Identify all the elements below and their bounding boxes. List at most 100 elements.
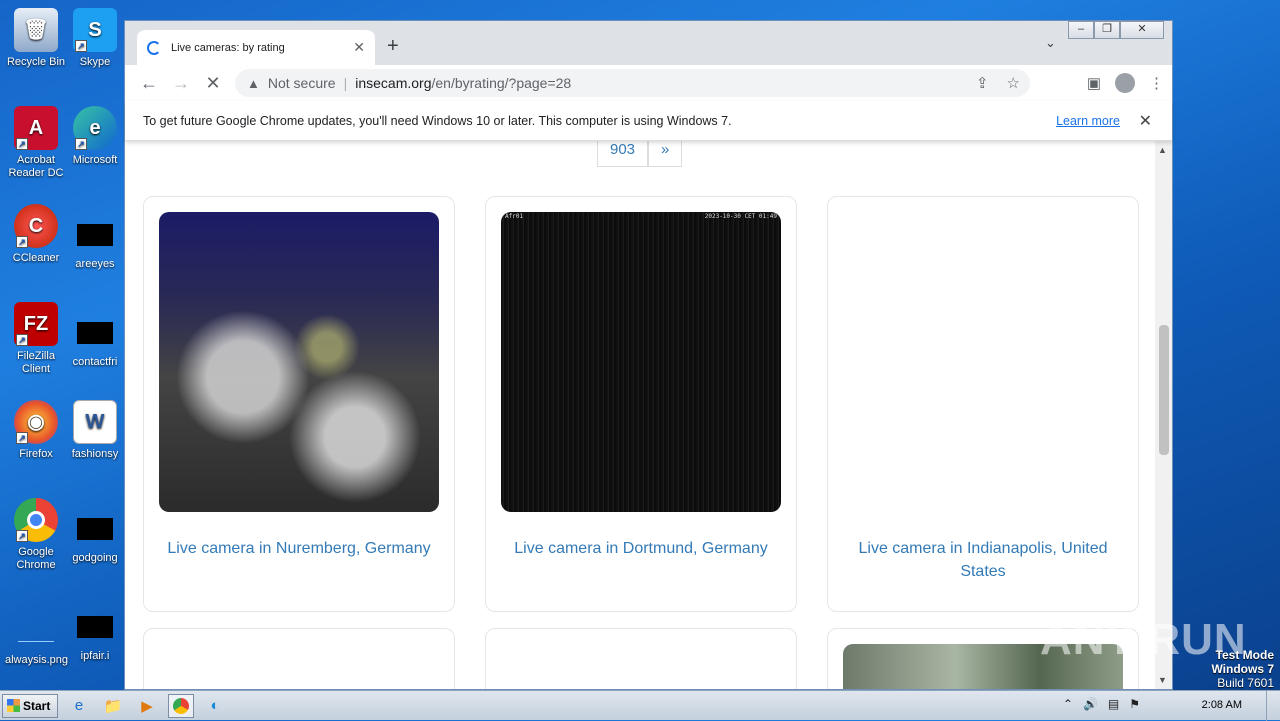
infobar-close-icon[interactable]: ✕	[1139, 111, 1152, 131]
file-thumbnail	[77, 616, 113, 638]
next-page-link[interactable]: »	[648, 141, 683, 167]
file-thumbnail	[18, 620, 54, 642]
tab-live-cameras[interactable]: Live cameras: by rating ✕	[137, 30, 375, 65]
camera-card[interactable]	[143, 628, 455, 689]
forward-arrow-icon[interactable]: →	[165, 73, 197, 94]
menu-kebab-icon[interactable]: ⋮	[1149, 74, 1164, 92]
volume-icon[interactable]: 🔊	[1083, 697, 1098, 711]
build-line: Build 7601	[1217, 676, 1274, 690]
camera-overlay-right: 2023-10-30 CET 01:49	[704, 213, 777, 220]
file-thumbnail	[77, 322, 113, 344]
url-host[interactable]: insecam.org	[355, 75, 431, 91]
file-thumbnail	[77, 518, 113, 540]
desktop-icon-label: FileZilla Client	[17, 350, 55, 375]
scroll-up-arrow-icon[interactable]: ▲	[1158, 145, 1167, 155]
godgoing-file[interactable]: godgoing	[66, 508, 124, 565]
skype-shortcut[interactable]: S ↗ Skype	[66, 8, 124, 69]
desktop-icon-label: Google Chrome	[16, 546, 56, 571]
alwaysis-file[interactable]: alwaysis.png	[5, 610, 68, 667]
page-link[interactable]: 903	[597, 141, 649, 167]
infobar-message: To get future Google Chrome updates, you…	[143, 113, 732, 128]
restore-button[interactable]: ❐	[1094, 21, 1120, 39]
camera-card[interactable]: Live camera in Nuremberg, Germany	[143, 196, 455, 612]
camera-card[interactable]	[485, 628, 797, 689]
desktop-icon-label: alwaysis.png	[5, 654, 68, 666]
toolbar-right: ▣ ⋮	[1087, 73, 1164, 93]
browser-toolbar: ← → ✕ ▲ Not secure | insecam.org/en/byra…	[125, 65, 1172, 101]
profile-avatar-icon[interactable]	[1115, 73, 1135, 93]
desktop-icon-label: CCleaner	[12, 252, 60, 264]
internet-explorer-icon[interactable]: e	[66, 694, 92, 718]
window-controls: – ❐ ✕	[1068, 21, 1164, 39]
camera-card[interactable]: Live camera in Indianapolis, United Stat…	[827, 196, 1139, 612]
skype-icon: S ↗	[73, 8, 117, 52]
areeyes-file[interactable]: areeyes	[66, 214, 124, 271]
start-button[interactable]: Start	[2, 693, 58, 718]
desktop-icon-label: Acrobat Reader DC	[8, 154, 64, 179]
file-explorer-icon[interactable]: 📁	[100, 694, 126, 718]
windows-version-line: Windows 7	[1211, 662, 1274, 676]
edge-taskbar-icon[interactable]: ◐	[202, 694, 228, 718]
action-center-flag-icon[interactable]: ⚑	[1129, 697, 1140, 711]
security-status[interactable]: Not secure	[268, 75, 336, 91]
camera-timestamp-overlay: Afr01 2023-10-30 CET 01:49	[505, 213, 777, 220]
desktop-icon-label: fashionsy	[71, 448, 119, 460]
camera-thumbnail[interactable]: Afr01 2023-10-30 CET 01:49	[501, 212, 781, 512]
camera-thumbnail[interactable]	[843, 212, 1123, 512]
acrobat-shortcut[interactable]: A ↗ Acrobat Reader DC	[5, 106, 67, 180]
tab-close-icon[interactable]: ✕	[353, 39, 365, 56]
camera-caption-link[interactable]: Live camera in Dortmund, Germany	[496, 537, 786, 560]
recycle-bin-icon: 🗑	[14, 8, 58, 52]
url-path[interactable]: /en/byrating/?page=28	[431, 75, 571, 91]
start-label: Start	[23, 698, 51, 713]
desktop-icon-label: Firefox	[19, 448, 53, 460]
page-scrollbar[interactable]: ▲ ▼	[1155, 141, 1172, 689]
firefox-shortcut[interactable]: ◉ ↗ Firefox	[5, 400, 67, 461]
filezilla-shortcut[interactable]: FZ ↗ FileZilla Client	[5, 302, 67, 376]
clock[interactable]: 2:08 AM	[1202, 699, 1242, 711]
ccleaner-shortcut[interactable]: C ↗ CCleaner	[5, 204, 67, 265]
loading-spinner-icon	[147, 40, 161, 55]
tray-expand-icon[interactable]: ⌃	[1063, 697, 1073, 711]
media-player-icon[interactable]: ▶	[134, 694, 160, 718]
tab-search-chevron-icon[interactable]: ⌄	[1045, 35, 1056, 51]
page-viewport: 903 » Live camera in Nuremberg, Germany …	[125, 141, 1155, 689]
stop-loading-icon[interactable]: ✕	[197, 73, 229, 94]
browser-window: Live cameras: by rating ✕ + ⌄ – ❐ ✕ ← → …	[124, 20, 1173, 690]
scroll-down-arrow-icon[interactable]: ▼	[1158, 675, 1167, 685]
firefox-icon: ◉ ↗	[14, 400, 58, 444]
network-icon[interactable]: ▤	[1108, 697, 1119, 711]
recycle-bin-shortcut[interactable]: 🗑 Recycle Bin	[5, 8, 67, 69]
share-icon[interactable]: ⇪	[976, 74, 989, 92]
warning-triangle-icon[interactable]: ▲	[247, 76, 260, 91]
back-arrow-icon[interactable]: ←	[133, 73, 165, 94]
chrome-taskbar-icon[interactable]	[168, 693, 194, 718]
ipfair-file[interactable]: ipfair.i	[66, 606, 124, 663]
omnibox-actions: ⇪ ☆	[976, 74, 1020, 92]
test-mode-line: Test Mode	[1215, 648, 1274, 662]
minimize-button[interactable]: –	[1068, 21, 1094, 39]
scrollbar-thumb[interactable]	[1159, 325, 1169, 455]
camera-card[interactable]: Afr01 2023-10-30 CET 01:49 Live camera i…	[485, 196, 797, 612]
contactfri-file[interactable]: contactfri	[66, 312, 124, 369]
desktop-icon-label: Recycle Bin	[6, 56, 66, 68]
desktop-icon-label: ipfair.i	[80, 650, 110, 662]
edge-shortcut[interactable]: e ↗ Microsoft	[66, 106, 124, 167]
fashionsy-file[interactable]: W fashionsy	[66, 400, 124, 461]
side-panel-icon[interactable]: ▣	[1087, 74, 1101, 92]
close-window-button[interactable]: ✕	[1120, 21, 1164, 39]
camera-thumbnail[interactable]	[159, 212, 439, 512]
new-tab-button[interactable]: +	[387, 35, 399, 58]
show-desktop-button[interactable]	[1266, 691, 1280, 721]
learn-more-link[interactable]: Learn more	[1056, 114, 1120, 128]
bookmark-star-icon[interactable]: ☆	[1007, 74, 1020, 92]
chrome-shortcut[interactable]: ↗ Google Chrome	[5, 498, 67, 572]
update-infobar: To get future Google Chrome updates, you…	[125, 101, 1172, 141]
camera-caption-link[interactable]: Live camera in Nuremberg, Germany	[154, 537, 444, 560]
taskbar: Start e 📁 ▶ ◐ ⌃ 🔊 ▤ ⚑ 2:08 AM	[0, 690, 1280, 721]
address-bar[interactable]: ▲ Not secure | insecam.org/en/byrating/?…	[235, 69, 1030, 97]
camera-caption-link[interactable]: Live camera in Indianapolis, United Stat…	[838, 537, 1128, 583]
tab-title: Live cameras: by rating	[171, 41, 285, 54]
desktop-icon-label: Skype	[79, 56, 111, 68]
system-tray: ⌃ 🔊 ▤ ⚑	[1063, 697, 1140, 711]
